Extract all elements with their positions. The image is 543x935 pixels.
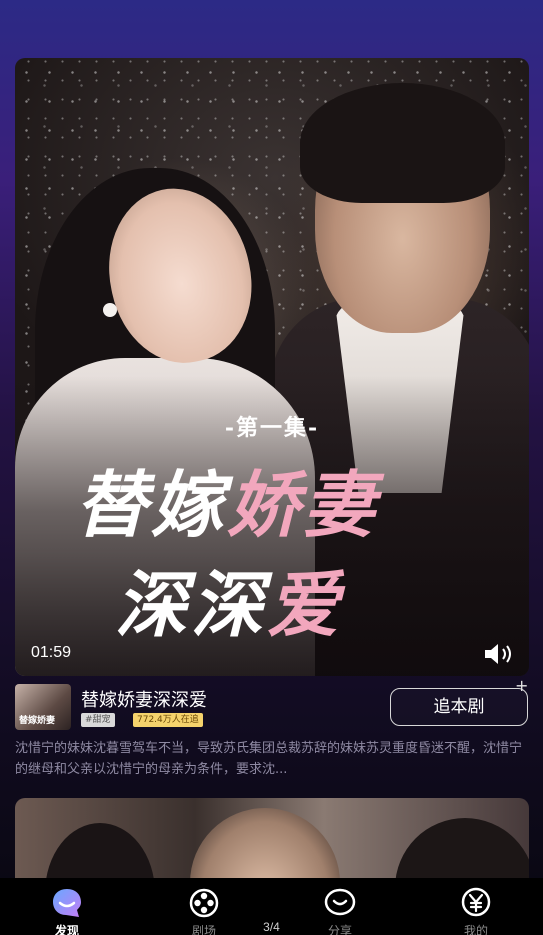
video-timestamp: 01:59 (31, 644, 72, 661)
plus-icon: + (515, 676, 529, 695)
genre-tag: #甜宠 (81, 713, 115, 727)
poster-title-line2: 深深爱 (115, 546, 343, 651)
discover-icon (53, 889, 81, 917)
film-reel-icon (189, 888, 219, 918)
thumbnail-title: 替嫁娇妻 (19, 716, 56, 726)
poster-title-pink-2: 爱 (267, 562, 344, 647)
drama-thumbnail[interactable]: 替嫁娇妻 (15, 684, 71, 730)
poster-title-line1: 替嫁娇妻 (75, 446, 379, 551)
poster-title-pink: 娇妻 (227, 462, 380, 547)
poster-title-white-2: 深深 (115, 562, 268, 647)
page-indicator: 3/4 (263, 920, 280, 934)
drama-description: 沈惜宁的妹妹沈暮雪驾车不当，导致苏氏集团总裁苏辞的妹妹苏灵重度昏迷不醒，沈惜宁的… (15, 741, 523, 777)
episode-label: -第一集- (224, 415, 320, 441)
video-player[interactable]: -第一集- 替嫁娇妻 深深爱 01:59 (15, 58, 529, 676)
earring (103, 303, 117, 317)
follow-drama-button[interactable]: 追本剧 (390, 688, 528, 726)
watchers-badge: 772.4万人在追 (133, 713, 203, 727)
poster-title-white: 替嫁 (75, 462, 228, 547)
drama-info-row[interactable]: 替嫁娇妻 替嫁娇妻深深爱 #甜宠 772.4万人在追 追本剧 + (15, 678, 529, 732)
drama-title[interactable]: 替嫁娇妻深深爱 (81, 686, 207, 712)
share-icon (324, 888, 356, 916)
actor-hair-male (300, 83, 505, 203)
volume-icon[interactable] (483, 642, 517, 666)
profile-yen-icon (461, 887, 491, 917)
